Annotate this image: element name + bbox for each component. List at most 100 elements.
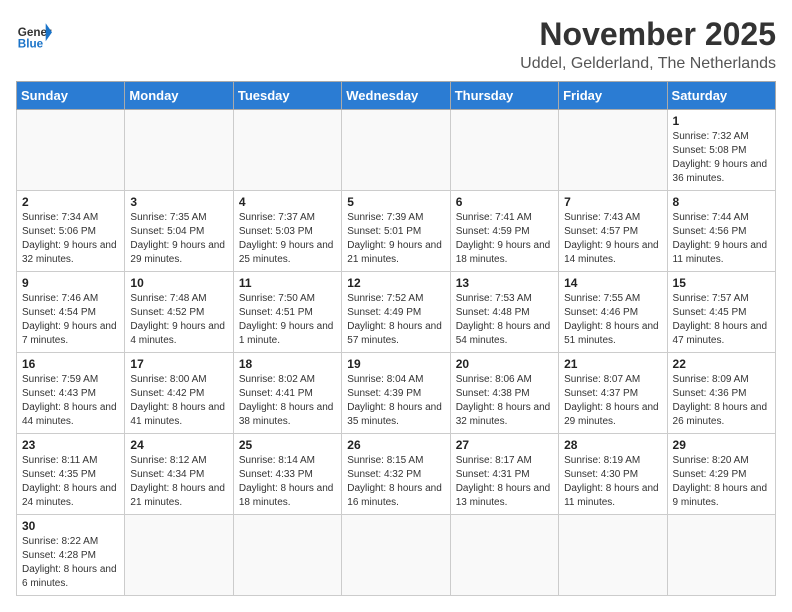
calendar-cell: 21 Sunrise: 8:07 AM Sunset: 4:37 PM Dayli… — [559, 353, 667, 434]
day-number: 16 — [22, 357, 119, 371]
calendar-cell — [233, 110, 341, 191]
calendar-cell — [125, 515, 233, 596]
calendar-cell — [233, 515, 341, 596]
calendar-cell: 3 Sunrise: 7:35 AM Sunset: 5:04 PM Daylig… — [125, 191, 233, 272]
weekday-header-saturday: Saturday — [667, 82, 775, 110]
calendar-cell — [559, 515, 667, 596]
day-number: 21 — [564, 357, 661, 371]
calendar-cell: 5Sunrise: 7:39 AM Sunset: 5:01 PM Daylig… — [342, 191, 450, 272]
calendar-week-row: 23Sunrise: 8:11 AM Sunset: 4:35 PM Dayli… — [17, 434, 776, 515]
day-info: Sunrise: 8:22 AM Sunset: 4:28 PM Dayligh… — [22, 535, 119, 591]
calendar-cell — [17, 110, 125, 191]
calendar-cell: 4Sunrise: 7:37 AM Sunset: 5:03 PM Daylig… — [233, 191, 341, 272]
day-number: 3 — [130, 195, 227, 209]
calendar-cell: 1 Sunrise: 7:32 AM Sunset: 5:08 PM Daylig… — [667, 110, 775, 191]
day-number: 8 — [673, 195, 770, 209]
calendar-cell: 22 Sunrise: 8:09 AM Sunset: 4:36 PM Dayli… — [667, 353, 775, 434]
day-info: Sunrise: 8:19 AM Sunset: 4:30 PM Dayligh… — [564, 454, 661, 510]
page-header: General Blue November 2025 Uddel, Gelder… — [16, 16, 776, 73]
day-info: Sunrise: 8:15 AM Sunset: 4:32 PM Dayligh… — [347, 454, 444, 510]
calendar-cell: 10 Sunrise: 7:48 AM Sunset: 4:52 PM Dayli… — [125, 272, 233, 353]
calendar-cell — [450, 515, 558, 596]
calendar-cell: 20 Sunrise: 8:06 AM Sunset: 4:38 PM Dayli… — [450, 353, 558, 434]
calendar-cell: 9 Sunrise: 7:46 AM Sunset: 4:54 PM Daylig… — [17, 272, 125, 353]
calendar-cell — [342, 515, 450, 596]
day-info: Sunrise: 7:43 AM Sunset: 4:57 PM Dayligh… — [564, 211, 661, 267]
calendar-cell: 29 Sunrise: 8:20 AM Sunset: 4:29 PM Dayli… — [667, 434, 775, 515]
calendar-week-row: 2Sunrise: 7:34 AM Sunset: 5:06 PM Daylig… — [17, 191, 776, 272]
day-info: Sunrise: 7:48 AM Sunset: 4:52 PM Dayligh… — [130, 292, 227, 348]
calendar-cell: 15Sunrise: 7:57 AM Sunset: 4:45 PM Dayli… — [667, 272, 775, 353]
calendar-cell: 8 Sunrise: 7:44 AM Sunset: 4:56 PM Daylig… — [667, 191, 775, 272]
day-info: Sunrise: 7:53 AM Sunset: 4:48 PM Dayligh… — [456, 292, 553, 348]
day-number: 22 — [673, 357, 770, 371]
day-number: 12 — [347, 276, 444, 290]
day-info: Sunrise: 8:17 AM Sunset: 4:31 PM Dayligh… — [456, 454, 553, 510]
day-number: 20 — [456, 357, 553, 371]
weekday-header-thursday: Thursday — [450, 82, 558, 110]
calendar-week-row: 16 Sunrise: 7:59 AM Sunset: 4:43 PM Dayli… — [17, 353, 776, 434]
day-number: 17 — [130, 357, 227, 371]
day-info: Sunrise: 8:02 AM Sunset: 4:41 PM Dayligh… — [239, 373, 336, 429]
day-number: 28 — [564, 438, 661, 452]
day-number: 10 — [130, 276, 227, 290]
calendar-cell: 23Sunrise: 8:11 AM Sunset: 4:35 PM Dayli… — [17, 434, 125, 515]
weekday-header-sunday: Sunday — [17, 82, 125, 110]
day-number: 15 — [673, 276, 770, 290]
weekday-header-row: SundayMondayTuesdayWednesdayThursdayFrid… — [17, 82, 776, 110]
calendar-cell: 27 Sunrise: 8:17 AM Sunset: 4:31 PM Dayli… — [450, 434, 558, 515]
calendar-cell: 2Sunrise: 7:34 AM Sunset: 5:06 PM Daylig… — [17, 191, 125, 272]
calendar-cell — [125, 110, 233, 191]
day-info: Sunrise: 8:09 AM Sunset: 4:36 PM Dayligh… — [673, 373, 770, 429]
calendar-cell: 12 Sunrise: 7:52 AM Sunset: 4:49 PM Dayli… — [342, 272, 450, 353]
day-number: 25 — [239, 438, 336, 452]
calendar-cell: 6Sunrise: 7:41 AM Sunset: 4:59 PM Daylig… — [450, 191, 558, 272]
title-area: November 2025 Uddel, Gelderland, The Net… — [520, 16, 776, 73]
day-info: Sunrise: 8:04 AM Sunset: 4:39 PM Dayligh… — [347, 373, 444, 429]
day-info: Sunrise: 7:46 AM Sunset: 4:54 PM Dayligh… — [22, 292, 119, 348]
calendar-week-row: 1 Sunrise: 7:32 AM Sunset: 5:08 PM Daylig… — [17, 110, 776, 191]
day-number: 26 — [347, 438, 444, 452]
calendar-week-row: 9 Sunrise: 7:46 AM Sunset: 4:54 PM Daylig… — [17, 272, 776, 353]
day-info: Sunrise: 8:07 AM Sunset: 4:37 PM Dayligh… — [564, 373, 661, 429]
calendar-cell: 28 Sunrise: 8:19 AM Sunset: 4:30 PM Dayli… — [559, 434, 667, 515]
day-info: Sunrise: 7:35 AM Sunset: 5:04 PM Dayligh… — [130, 211, 227, 267]
day-number: 24 — [130, 438, 227, 452]
calendar-cell — [559, 110, 667, 191]
day-number: 23 — [22, 438, 119, 452]
day-number: 2 — [22, 195, 119, 209]
calendar-cell: 19 Sunrise: 8:04 AM Sunset: 4:39 PM Dayli… — [342, 353, 450, 434]
calendar-cell: 26 Sunrise: 8:15 AM Sunset: 4:32 PM Dayli… — [342, 434, 450, 515]
day-info: Sunrise: 7:32 AM Sunset: 5:08 PM Dayligh… — [673, 130, 770, 186]
day-number: 7 — [564, 195, 661, 209]
day-number: 6 — [456, 195, 553, 209]
day-info: Sunrise: 7:50 AM Sunset: 4:51 PM Dayligh… — [239, 292, 336, 348]
day-number: 27 — [456, 438, 553, 452]
day-number: 1 — [673, 114, 770, 128]
day-info: Sunrise: 8:12 AM Sunset: 4:34 PM Dayligh… — [130, 454, 227, 510]
calendar-cell: 30 Sunrise: 8:22 AM Sunset: 4:28 PM Dayli… — [17, 515, 125, 596]
day-number: 14 — [564, 276, 661, 290]
calendar-cell — [342, 110, 450, 191]
day-number: 29 — [673, 438, 770, 452]
day-number: 18 — [239, 357, 336, 371]
day-info: Sunrise: 7:52 AM Sunset: 4:49 PM Dayligh… — [347, 292, 444, 348]
day-info: Sunrise: 8:00 AM Sunset: 4:42 PM Dayligh… — [130, 373, 227, 429]
day-number: 13 — [456, 276, 553, 290]
calendar-table: SundayMondayTuesdayWednesdayThursdayFrid… — [16, 81, 776, 596]
calendar-cell — [667, 515, 775, 596]
calendar-cell: 24 Sunrise: 8:12 AM Sunset: 4:34 PM Dayli… — [125, 434, 233, 515]
day-info: Sunrise: 8:20 AM Sunset: 4:29 PM Dayligh… — [673, 454, 770, 510]
day-info: Sunrise: 7:44 AM Sunset: 4:56 PM Dayligh… — [673, 211, 770, 267]
calendar-cell: 18 Sunrise: 8:02 AM Sunset: 4:41 PM Dayli… — [233, 353, 341, 434]
day-info: Sunrise: 8:06 AM Sunset: 4:38 PM Dayligh… — [456, 373, 553, 429]
day-number: 30 — [22, 519, 119, 533]
day-number: 9 — [22, 276, 119, 290]
day-number: 19 — [347, 357, 444, 371]
weekday-header-friday: Friday — [559, 82, 667, 110]
calendar-cell: 13 Sunrise: 7:53 AM Sunset: 4:48 PM Dayli… — [450, 272, 558, 353]
day-info: Sunrise: 7:59 AM Sunset: 4:43 PM Dayligh… — [22, 373, 119, 429]
day-info: Sunrise: 7:55 AM Sunset: 4:46 PM Dayligh… — [564, 292, 661, 348]
day-info: Sunrise: 8:14 AM Sunset: 4:33 PM Dayligh… — [239, 454, 336, 510]
calendar-week-row: 30 Sunrise: 8:22 AM Sunset: 4:28 PM Dayli… — [17, 515, 776, 596]
